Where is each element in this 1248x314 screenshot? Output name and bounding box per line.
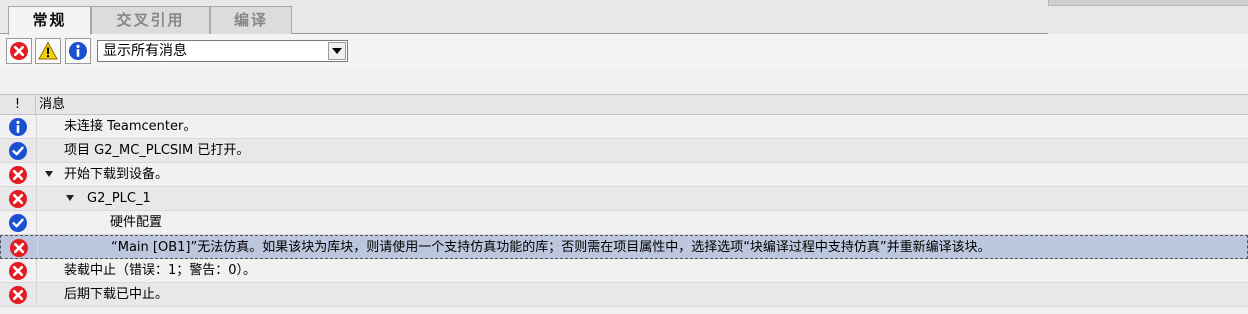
message-filter-value: 显示所有消息 [103,43,187,59]
row-status-icon [7,165,29,185]
tab-cross-reference[interactable]: 交叉引用 [91,6,210,34]
message-row[interactable]: “Main [OB1]”无法仿真。如果该块为库块，则请使用一个支持仿真功能的库；… [0,235,1248,259]
message-text: “Main [OB1]”无法仿真。如果该块为库块，则请使用一个支持仿真功能的库；… [111,240,991,255]
show-warnings-button[interactable] [35,38,61,64]
column-divider [36,139,37,162]
message-filter-dropdown[interactable]: 显示所有消息 [97,40,348,62]
toolbar: 显示所有消息 [0,34,1248,68]
message-row[interactable]: 项目 G2_MC_PLCSIM 已打开。 [0,139,1248,163]
column-divider [36,163,37,186]
tab-general[interactable]: 常规 [8,6,91,35]
error-icon [9,286,27,304]
dropdown-arrow-button[interactable] [328,42,346,60]
column-divider [36,187,37,210]
row-status-icon [8,238,30,258]
message-text: 开始下载到设备。 [64,167,169,182]
message-text: 后期下载已中止。 [64,287,169,302]
message-row[interactable]: 装载中止（错误：1；警告：0）。 [0,259,1248,283]
toolbar-spacer [0,68,1248,94]
column-divider [37,236,38,258]
message-row[interactable]: 开始下载到设备。 [0,163,1248,187]
column-divider [36,259,37,282]
error-icon [9,190,27,208]
message-column-header[interactable]: 消息 [39,95,65,114]
column-divider [36,115,37,138]
message-text: 装载中止（错误：1；警告：0）。 [64,263,257,278]
status-column-header[interactable]: ! [0,95,36,114]
message-text: 项目 G2_MC_PLCSIM 已打开。 [64,143,250,158]
error-filter-icon [10,42,28,60]
error-icon [10,239,28,257]
row-status-icon [7,141,29,161]
show-errors-button[interactable] [6,38,32,64]
row-status-icon [7,117,29,137]
error-icon [9,262,27,280]
success-check-icon [9,214,27,232]
expand-toggle-icon[interactable] [45,171,53,177]
row-status-icon [7,285,29,305]
row-status-icon [7,261,29,281]
message-text: 未连接 Teamcenter。 [64,119,197,134]
expand-toggle-icon[interactable] [66,195,74,201]
message-grid: 未连接 Teamcenter。项目 G2_MC_PLCSIM 已打开。 开始下载到… [0,115,1248,307]
row-status-icon [7,213,29,233]
message-grid-header: ! 消息 [0,94,1248,115]
message-row[interactable]: G2_PLC_1 [0,187,1248,211]
tab-bar-filler [1048,6,1248,34]
info-icon [9,118,27,136]
error-icon [9,166,27,184]
show-info-button[interactable] [65,38,91,64]
message-text: G2_PLC_1 [87,191,151,206]
message-row[interactable]: 后期下载已中止。 [0,283,1248,307]
info-filter-icon [69,42,87,60]
tab-bar: 常规 交叉引用 编译 [0,0,1248,35]
column-divider [36,211,37,234]
message-text: 硬件配置 [110,215,163,230]
message-row[interactable]: 硬件配置 [0,211,1248,235]
message-row[interactable]: 未连接 Teamcenter。 [0,115,1248,139]
success-check-icon [9,142,27,160]
column-divider [36,283,37,306]
warning-filter-icon [38,41,58,60]
chevron-down-icon [332,48,342,54]
row-status-icon [7,189,29,209]
tab-compile[interactable]: 编译 [210,6,292,34]
window-corner-handle [1048,0,1248,6]
